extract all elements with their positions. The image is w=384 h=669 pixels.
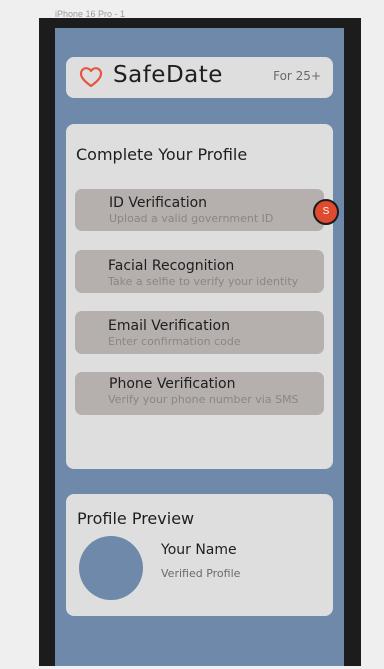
phone-verification-title: Phone Verification [109, 376, 236, 392]
avatar [79, 536, 143, 600]
app-title: SafeDate [113, 62, 223, 88]
complete-profile-title: Complete Your Profile [76, 145, 248, 164]
email-verification-title: Email Verification [108, 318, 230, 334]
facial-recognition-subtitle: Take a selfie to verify your identity [108, 275, 299, 288]
phone-verification-subtitle: Verify your phone number via SMS [108, 393, 299, 406]
id-verification-button[interactable]: ID Verification Upload a valid governmen… [75, 189, 324, 231]
facial-recognition-button[interactable]: Facial Recognition Take a selfie to veri… [75, 250, 324, 293]
id-verification-subtitle: Upload a valid government ID [109, 212, 274, 225]
design-canvas: iPhone 16 Pro - 1 SafeDate For 25+ Compl… [0, 0, 384, 669]
phone-verification-button[interactable]: Phone Verification Verify your phone num… [75, 372, 324, 415]
id-verification-title: ID Verification [109, 195, 208, 211]
facial-recognition-title: Facial Recognition [108, 258, 235, 274]
email-verification-subtitle: Enter confirmation code [108, 335, 241, 348]
profile-preview-title: Profile Preview [77, 509, 195, 528]
complete-profile-card [66, 124, 333, 469]
user-avatar-badge[interactable]: S [313, 199, 339, 225]
age-label: For 25+ [273, 69, 321, 83]
heart-icon [79, 67, 103, 88]
email-verification-button[interactable]: Email Verification Enter confirmation co… [75, 311, 324, 354]
preview-name: Your Name [161, 542, 237, 558]
preview-status: Verified Profile [161, 567, 241, 580]
